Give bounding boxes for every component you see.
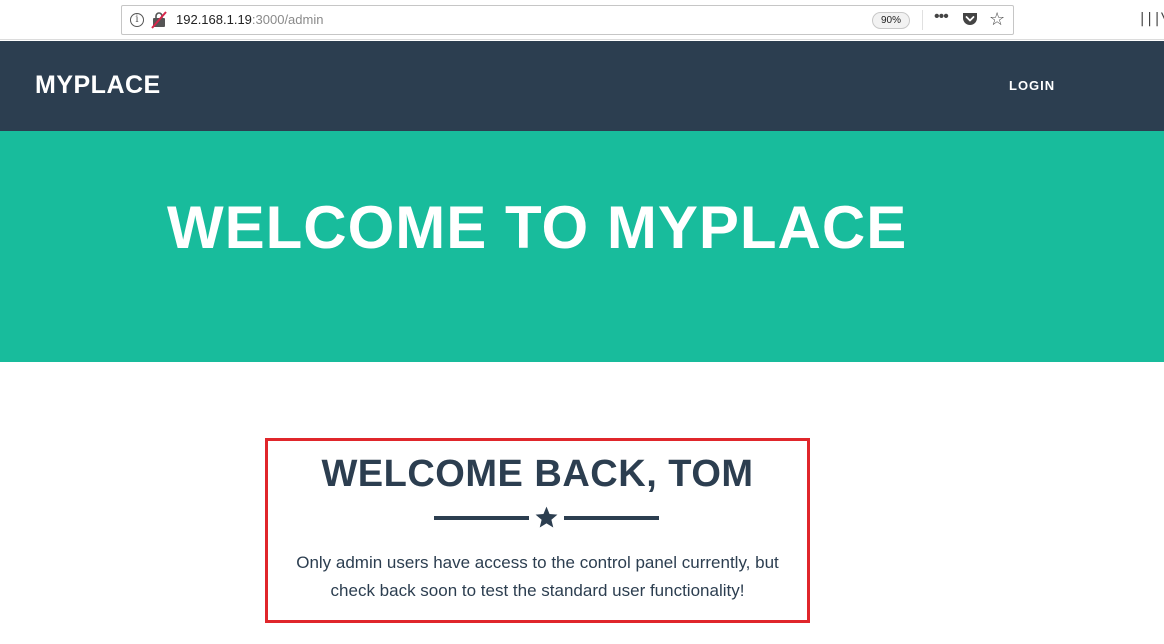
welcome-section: WELCOME BACK, TOM Only admin users have …	[265, 438, 810, 623]
login-link[interactable]: LOGIN	[1009, 78, 1055, 93]
brand-logo-link[interactable]: MYPLACE	[35, 71, 161, 100]
library-icon[interactable]: |||\	[1138, 11, 1164, 27]
toolbar-separator	[922, 10, 923, 30]
welcome-title: WELCOME BACK, TOM	[321, 453, 754, 495]
divider-line-right	[564, 516, 659, 520]
url-path: :3000/admin	[251, 12, 324, 27]
insecure-connection-icon[interactable]	[151, 11, 167, 29]
bookmark-star-icon[interactable]: ☆	[989, 9, 1005, 29]
pocket-icon[interactable]	[962, 12, 978, 27]
star-icon	[535, 506, 558, 528]
url-text[interactable]: 192.168.1.19:3000/admin	[176, 12, 323, 27]
hero-banner: WELCOME TO MYPLACE	[0, 131, 1164, 362]
page-actions-icon[interactable]: •••	[934, 8, 949, 26]
info-icon[interactable]: i	[130, 13, 144, 27]
zoom-level-button[interactable]: 90%	[872, 12, 910, 29]
star-divider	[434, 505, 659, 531]
welcome-message: Only admin users have access to the cont…	[296, 553, 779, 600]
site-navbar: MYPLACE LOGIN	[0, 41, 1164, 131]
divider-line-left	[434, 516, 529, 520]
browser-toolbar: i 192.168.1.19:3000/admin 90% ••• ☆ |||\	[0, 0, 1164, 40]
address-bar[interactable]: i 192.168.1.19:3000/admin 90% ••• ☆	[121, 5, 1014, 35]
hero-title: WELCOME TO MYPLACE	[167, 194, 908, 261]
url-host: 192.168.1.19	[176, 12, 252, 27]
